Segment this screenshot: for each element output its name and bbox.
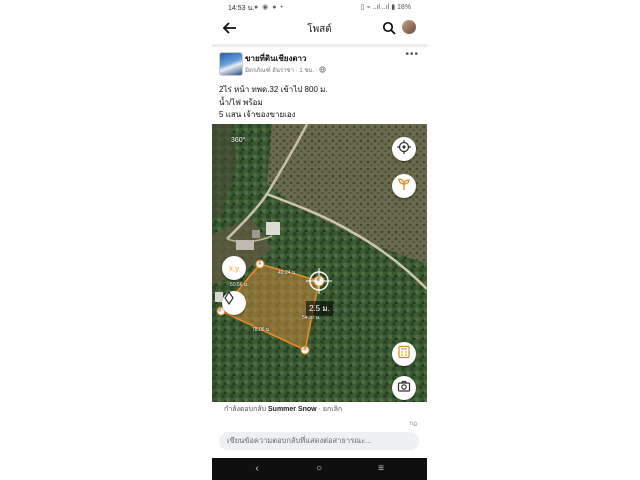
- small-text: กฎ: [409, 421, 417, 427]
- camera-icon: [397, 379, 411, 398]
- post-line: น้ำ/ไฟ พร้อม: [219, 97, 263, 107]
- status-bar: 14:53 น. ● ◉ ● • ▯ ⌁ ..ıl ..ıl ▮ 18%: [212, 0, 427, 14]
- vertex-label: 4: [316, 277, 320, 283]
- replying-prefix: กำลังตอบกลับ: [224, 406, 267, 413]
- search-icon[interactable]: [382, 21, 396, 35]
- phone-screen: 14:53 น. ● ◉ ● • ▯ ⌁ ..ıl ..ıl ▮ 18% โพส…: [212, 0, 427, 480]
- move-tool-button[interactable]: [222, 291, 246, 315]
- replying-name[interactable]: Summer Snow: [268, 406, 317, 413]
- calculator-button[interactable]: [392, 342, 416, 366]
- cancel-reply-link[interactable]: · ยกเลิก: [319, 406, 343, 413]
- reply-input[interactable]: เขียนข้อความตอบกลับที่แสดงต่อสาธารณะ...: [219, 432, 419, 450]
- edge-length-label: 78.06 ม.: [252, 327, 271, 333]
- notification-icons: ● ◉ ● •: [254, 4, 284, 11]
- calculator-icon: [397, 345, 411, 364]
- edge-length-label: 49.24 ม.: [278, 270, 297, 276]
- coordinate-button-label: x,y: [228, 263, 240, 273]
- edge-length-label: 50.56 ม.: [230, 282, 249, 288]
- author-line-text: มิตรภัณฑ์ อันราชา · 1 ชม. ·: [245, 68, 318, 74]
- top-app-bar: โพสต์: [212, 14, 427, 44]
- post-line: 2ไร่ หน้า ทพด.32 เข้าไป 800 ม.: [219, 85, 328, 94]
- post-line: 5 แสน เจ้าของขายเอง: [219, 110, 296, 119]
- satellite-map[interactable]: 360° 1 2 3 4 49.24 ม. 50.56 ม. 54.37 ม. …: [212, 124, 427, 402]
- distance-label: 2.5 ม.: [306, 301, 333, 316]
- system-status-icons: ▯ ⌁ ..ıl ..ıl ▮ 18%: [360, 4, 411, 11]
- layers-button[interactable]: [392, 174, 416, 198]
- plant-icon: [397, 177, 411, 196]
- more-options-icon[interactable]: •••: [405, 49, 419, 60]
- page-name[interactable]: ขายที่ดินเชียงดาว: [245, 52, 307, 65]
- vertex-label: 3: [303, 346, 307, 352]
- locate-me-button[interactable]: [392, 137, 416, 161]
- post-header: ขายที่ดินเชียงดาว มิตรภัณฑ์ อันราชา · 1 …: [212, 47, 427, 83]
- camera-button[interactable]: [392, 376, 416, 400]
- vertex-label: 2: [218, 307, 222, 313]
- vertex-label: 1: [258, 260, 262, 266]
- crosshair-icon: [397, 139, 411, 159]
- profile-avatar[interactable]: [402, 20, 416, 34]
- page-avatar[interactable]: [219, 52, 243, 76]
- nav-recents-icon[interactable]: ≡: [374, 462, 388, 476]
- label-360: 360°: [231, 137, 246, 144]
- post-text: 2ไร่ หน้า ทพด.32 เข้าไป 800 ม. น้ำ/ไฟ พร…: [219, 84, 419, 122]
- replying-to-line: กำลังตอบกลับ Summer Snow · ยกเลิก: [224, 404, 342, 415]
- system-nav-bar: ‹ ○ ≡: [212, 458, 427, 480]
- globe-icon: [319, 66, 327, 74]
- nav-back-icon[interactable]: ‹: [250, 462, 264, 476]
- nav-home-icon[interactable]: ○: [312, 462, 326, 476]
- coordinate-button[interactable]: x,y: [222, 256, 246, 280]
- post-author-line: มิตรภัณฑ์ อันราชา · 1 ชม. ·: [245, 65, 327, 75]
- status-time: 14:53 น.: [228, 5, 255, 12]
